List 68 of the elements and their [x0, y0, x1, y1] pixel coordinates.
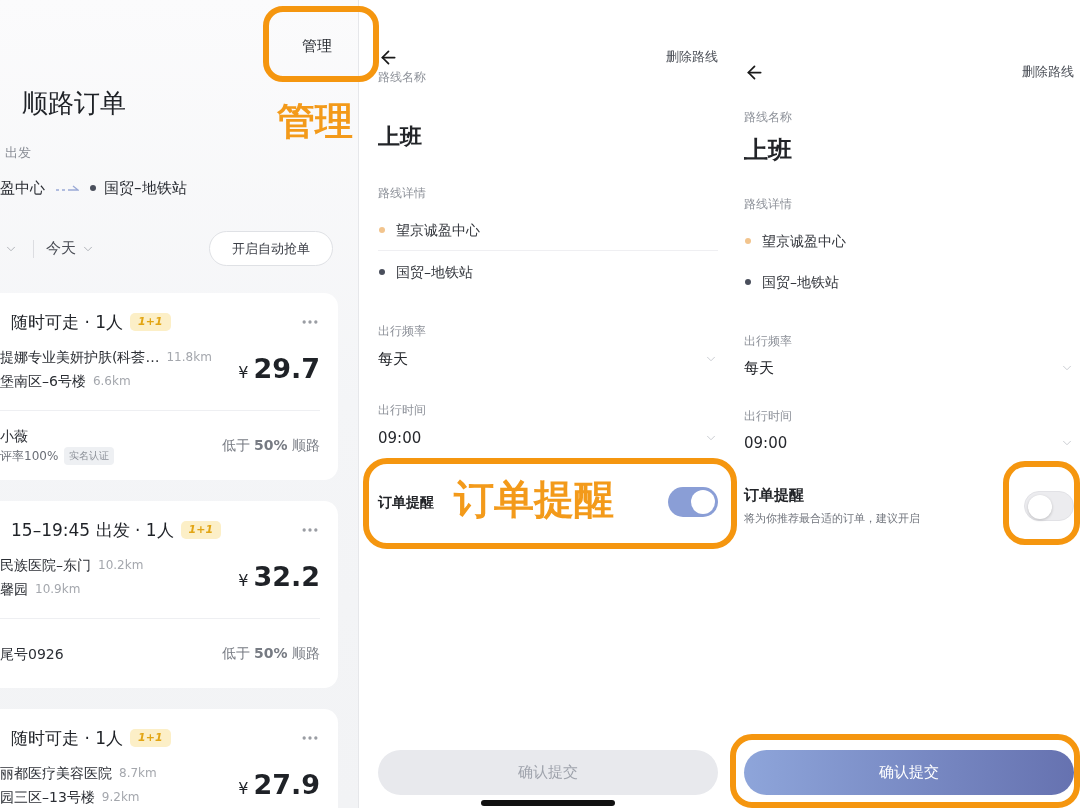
field-value: 每天 — [378, 349, 408, 369]
reminder-label: 订单提醒 — [378, 493, 434, 512]
match-text: 低于 50% 顺路 — [221, 644, 320, 663]
field-label: 路线详情 — [744, 196, 792, 212]
auto-grab-button[interactable]: 开启自动抢单 — [209, 231, 333, 266]
toggle-switch[interactable] — [668, 487, 718, 517]
field-label: 出行时间 — [744, 408, 792, 424]
field-value: 每天 — [744, 358, 774, 378]
seat-badge: 1+1 — [180, 521, 222, 539]
annotation-label: 订单提醒 — [454, 475, 614, 524]
distance: 8.7km — [119, 765, 157, 782]
distance: 6.6km — [92, 373, 131, 390]
distance: 11.8km — [166, 349, 212, 366]
distance: 10.2km — [98, 557, 144, 574]
order-card[interactable]: 随时可走 · 1人 1+1 丽都医疗美容医院 8.7km 园三区–13号楼 9.2km ¥ 27.9 — [0, 709, 338, 808]
order-card[interactable]: 随时可走 · 1人 1+1 提娜专业美妍护肤(科荟… 11.8km 堡南区–6号楼 6.6km ¥ 29.7 小薇 评率100% 实名认证 低于 50% 顺路 — [0, 293, 338, 480]
place-name: 丽都医疗美容医院 — [0, 764, 112, 783]
delete-route-link[interactable]: 删除路线 — [666, 47, 718, 67]
passenger-name: 尾号0926 — [0, 644, 64, 664]
place-name: 堡南区–6号楼 — [0, 372, 86, 391]
passenger-name: 小薇 — [0, 427, 28, 446]
route-name: 上班 — [744, 135, 792, 165]
stop-name: 国贸–地铁站 — [396, 263, 473, 282]
field-label: 出行时间 — [378, 402, 426, 418]
toggle-switch[interactable] — [1024, 491, 1074, 521]
field-label: 路线详情 — [378, 185, 426, 201]
field-label: 出行频率 — [378, 323, 426, 339]
departure-time: 15–19:45 出发 · 1人 — [11, 519, 174, 542]
distance: 10.9km — [35, 581, 81, 598]
field-label: 出行频率 — [744, 333, 792, 349]
departure-time: 随时可走 · 1人 — [11, 311, 124, 334]
price: 27.9 — [253, 769, 320, 801]
distance: 9.2km — [101, 789, 140, 806]
place-name: 馨园 — [0, 580, 28, 599]
page-title: 顺路订单 — [21, 87, 126, 120]
currency-sign: ¥ — [238, 778, 249, 800]
place-name: 园三区–13号楼 — [0, 788, 95, 807]
departure-time: 随时可走 · 1人 — [11, 727, 124, 750]
field-value: 09:00 — [378, 428, 422, 448]
price: 32.2 — [253, 561, 320, 593]
delete-route-link[interactable]: 删除路线 — [1022, 62, 1074, 82]
reminder-description: 将为你推荐最合适的订单，建议开启 — [744, 511, 920, 527]
seat-badge: 1+1 — [130, 313, 171, 331]
price: 29.7 — [253, 353, 320, 385]
place-name: 民族医院–东门 — [0, 556, 91, 575]
departure-label: 出发 — [4, 144, 31, 162]
field-label: 路线名称 — [378, 69, 426, 85]
field-label: 路线名称 — [744, 109, 792, 125]
stop-name: 望京诚盈中心 — [762, 231, 846, 251]
seat-badge: 1+1 — [130, 729, 171, 747]
route-destination: 国贸–地铁站 — [104, 178, 187, 199]
match-text: 低于 50% 顺路 — [221, 436, 320, 455]
annotation-label: 管理 — [277, 98, 353, 145]
manage-link[interactable]: 管理 — [302, 36, 332, 56]
stop-name: 望京诚盈中心 — [396, 220, 480, 240]
date-filter[interactable]: 今天 — [46, 237, 95, 260]
dashed-arrow-icon — [56, 185, 79, 191]
order-card[interactable]: 15–19:45 出发 · 1人 1+1 民族医院–东门 10.2km 馨园 10.9km ¥ 32.2 尾号0926 低于 50% 顺路 — [0, 501, 338, 688]
verified-badge: 实名认证 — [64, 447, 115, 465]
route-origin: 盈中心 — [0, 178, 45, 199]
field-value: 09:00 — [744, 433, 788, 453]
currency-sign: ¥ — [238, 570, 249, 592]
stop-name: 国贸–地铁站 — [762, 272, 839, 292]
rating-text: 评率100% — [0, 448, 59, 465]
place-name: 提娜专业美妍护肤(科荟… — [0, 348, 160, 367]
reminder-label: 订单提醒 — [744, 485, 804, 505]
route-name: 上班 — [378, 123, 422, 151]
currency-sign: ¥ — [238, 362, 249, 384]
